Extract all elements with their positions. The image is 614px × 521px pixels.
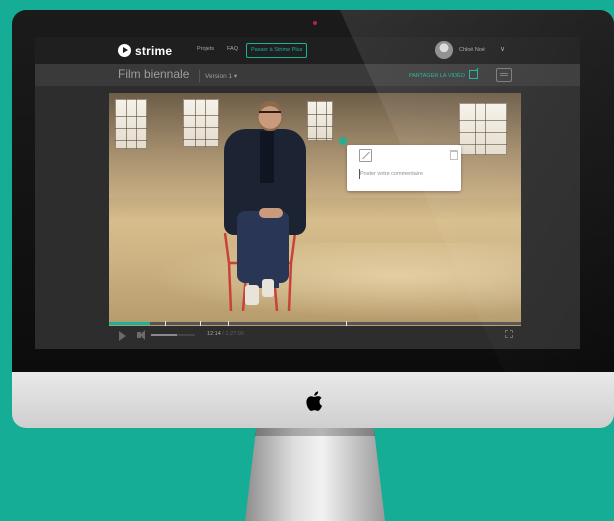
person-hands bbox=[259, 208, 283, 218]
title-divider bbox=[199, 70, 200, 82]
floor-light bbox=[109, 243, 521, 326]
volume-icon[interactable] bbox=[137, 330, 145, 340]
current-time: 12:14 bbox=[207, 331, 221, 337]
window-image bbox=[307, 101, 333, 141]
glasses bbox=[259, 111, 281, 118]
player-controls: 12:14 / 1:27:00 bbox=[109, 326, 521, 346]
user-avatar[interactable] bbox=[435, 41, 453, 59]
project-title-bar: Film biennale Version 1 ▾ PARTAGER LA VI… bbox=[35, 64, 580, 86]
comment-popup bbox=[347, 145, 461, 191]
window-image bbox=[459, 103, 507, 155]
fullscreen-icon[interactable] bbox=[505, 330, 513, 338]
comments-toggle-button[interactable] bbox=[496, 68, 512, 82]
strime-logo[interactable]: strime bbox=[118, 43, 172, 58]
user-name[interactable]: Chloé Noé bbox=[459, 47, 485, 53]
shoe bbox=[245, 285, 259, 305]
volume-slider[interactable] bbox=[151, 334, 195, 336]
brand-name: strime bbox=[135, 43, 173, 58]
total-time: 1:27:00 bbox=[225, 331, 244, 337]
time-readout: 12:14 / 1:27:00 bbox=[207, 331, 244, 337]
version-dropdown[interactable]: Version 1 ▾ bbox=[205, 72, 237, 80]
app-screen: strime Projets FAQ Passer à Strime Plus … bbox=[35, 37, 580, 349]
comment-input[interactable] bbox=[359, 169, 454, 179]
window-image bbox=[115, 99, 147, 149]
stand-shadow bbox=[254, 428, 376, 436]
pencil-icon[interactable] bbox=[359, 149, 372, 162]
nav-projects-link[interactable]: Projets bbox=[197, 46, 214, 52]
share-video-button[interactable]: PARTAGER LA VIDÉO bbox=[409, 70, 478, 79]
comment-marker-dot[interactable] bbox=[340, 138, 346, 144]
play-icon[interactable] bbox=[119, 331, 126, 341]
play-logo-icon bbox=[118, 44, 131, 57]
volume-level bbox=[151, 334, 178, 336]
apple-logo-icon bbox=[306, 391, 322, 411]
progress-fill bbox=[109, 322, 151, 325]
upgrade-plan-button[interactable]: Passer à Strime Plus bbox=[246, 43, 308, 58]
video-frame[interactable] bbox=[109, 93, 521, 326]
person-shirt bbox=[260, 131, 274, 183]
shoe bbox=[262, 279, 274, 297]
page-title: Film biennale bbox=[118, 67, 190, 81]
video-progress-bar[interactable] bbox=[109, 321, 521, 326]
camera-icon bbox=[313, 21, 317, 25]
share-icon bbox=[468, 70, 478, 79]
imac-stand bbox=[245, 428, 385, 521]
trash-icon[interactable] bbox=[450, 150, 458, 160]
top-nav-bar: strime Projets FAQ Passer à Strime Plus … bbox=[35, 37, 580, 64]
share-video-label: PARTAGER LA VIDÉO bbox=[409, 73, 465, 79]
window-image bbox=[183, 99, 219, 147]
chevron-down-icon[interactable]: ∨ bbox=[500, 45, 505, 53]
nav-faq-link[interactable]: FAQ bbox=[227, 46, 238, 52]
